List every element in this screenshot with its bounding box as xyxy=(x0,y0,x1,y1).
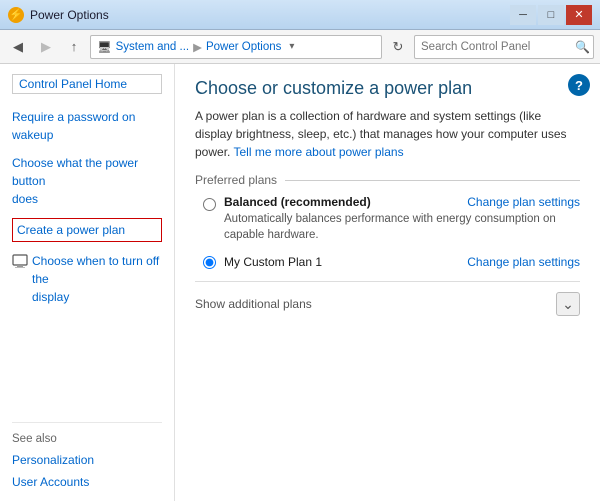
main-area: Control Panel Home Require a password on… xyxy=(0,64,600,501)
custom-plan-item: My Custom Plan 1 Change plan settings xyxy=(195,255,580,269)
help-icon[interactable]: ? xyxy=(568,74,590,96)
show-additional-plans[interactable]: Show additional plans ⌄ xyxy=(195,281,580,316)
minimize-button[interactable]: ─ xyxy=(510,5,536,25)
nav-bar: ◀ ▶ ↑ 🖥 System and ... ▶ Power Options ▾… xyxy=(0,30,600,64)
sidebar-item-home[interactable]: Control Panel Home xyxy=(12,74,162,94)
title-bar: ⚡ Power Options ─ □ ✕ xyxy=(0,0,600,30)
app-icon: ⚡ xyxy=(8,7,24,23)
balanced-plan-change-link[interactable]: Change plan settings xyxy=(467,195,580,209)
search-wrapper: 🔍 xyxy=(414,35,594,59)
breadcrumb-icon: 🖥 xyxy=(97,40,112,54)
balanced-plan-details: Balanced (recommended) Change plan setti… xyxy=(224,195,580,243)
sidebar-footer: See also Personalization User Accounts xyxy=(12,422,162,491)
content-description: A power plan is a collection of hardware… xyxy=(195,107,580,161)
search-icon-button[interactable]: 🔍 xyxy=(575,40,590,54)
up-button[interactable]: ↑ xyxy=(62,35,86,59)
search-input[interactable] xyxy=(414,35,594,59)
page-title: Choose or customize a power plan xyxy=(195,78,580,99)
content-panel: ? Choose or customize a power plan A pow… xyxy=(175,64,600,501)
sidebar-item-personalization[interactable]: Personalization xyxy=(12,451,162,469)
preferred-plans-label: Preferred plans xyxy=(195,173,580,187)
breadcrumb: 🖥 System and ... ▶ Power Options ▾ xyxy=(90,35,382,59)
balanced-plan-item: Balanced (recommended) Change plan setti… xyxy=(195,195,580,243)
breadcrumb-sep: ▶ xyxy=(193,40,202,54)
sidebar-item-power-button[interactable]: Choose what the power button does xyxy=(12,154,162,208)
balanced-plan-name: Balanced (recommended) xyxy=(224,195,371,209)
show-additional-text: Show additional plans xyxy=(195,297,556,311)
sidebar: Control Panel Home Require a password on… xyxy=(0,64,175,501)
breadcrumb-part2-link[interactable]: Power Options xyxy=(206,41,281,53)
window-controls: ─ □ ✕ xyxy=(510,5,592,25)
custom-plan-radio[interactable] xyxy=(203,256,216,269)
refresh-button[interactable]: ↻ xyxy=(386,35,410,59)
power-plans-link[interactable]: Tell me more about power plans xyxy=(233,145,403,159)
back-button[interactable]: ◀ xyxy=(6,35,30,59)
custom-plan-name: My Custom Plan 1 xyxy=(224,255,322,269)
show-additional-chevron-icon[interactable]: ⌄ xyxy=(556,292,580,316)
custom-plan-change-link[interactable]: Change plan settings xyxy=(467,255,580,269)
sidebar-item-user-accounts[interactable]: User Accounts xyxy=(12,473,162,491)
maximize-button[interactable]: □ xyxy=(538,5,564,25)
title-bar-left: ⚡ Power Options xyxy=(8,7,109,23)
see-also-label: See also xyxy=(12,433,162,445)
balanced-plan-radio[interactable] xyxy=(203,198,216,211)
sidebar-item-password[interactable]: Require a password on wakeup xyxy=(12,108,162,144)
sidebar-item-display[interactable]: Choose when to turn off the display xyxy=(12,252,162,306)
display-icon xyxy=(12,253,28,269)
forward-button[interactable]: ▶ xyxy=(34,35,58,59)
balanced-plan-desc: Automatically balances performance with … xyxy=(224,211,580,243)
breadcrumb-part1-link[interactable]: System and ... xyxy=(116,41,190,53)
close-button[interactable]: ✕ xyxy=(566,5,592,25)
breadcrumb-dropdown-icon[interactable]: ▾ xyxy=(289,41,294,52)
sidebar-item-create-plan[interactable]: Create a power plan xyxy=(12,218,162,242)
window-title: Power Options xyxy=(30,8,109,22)
